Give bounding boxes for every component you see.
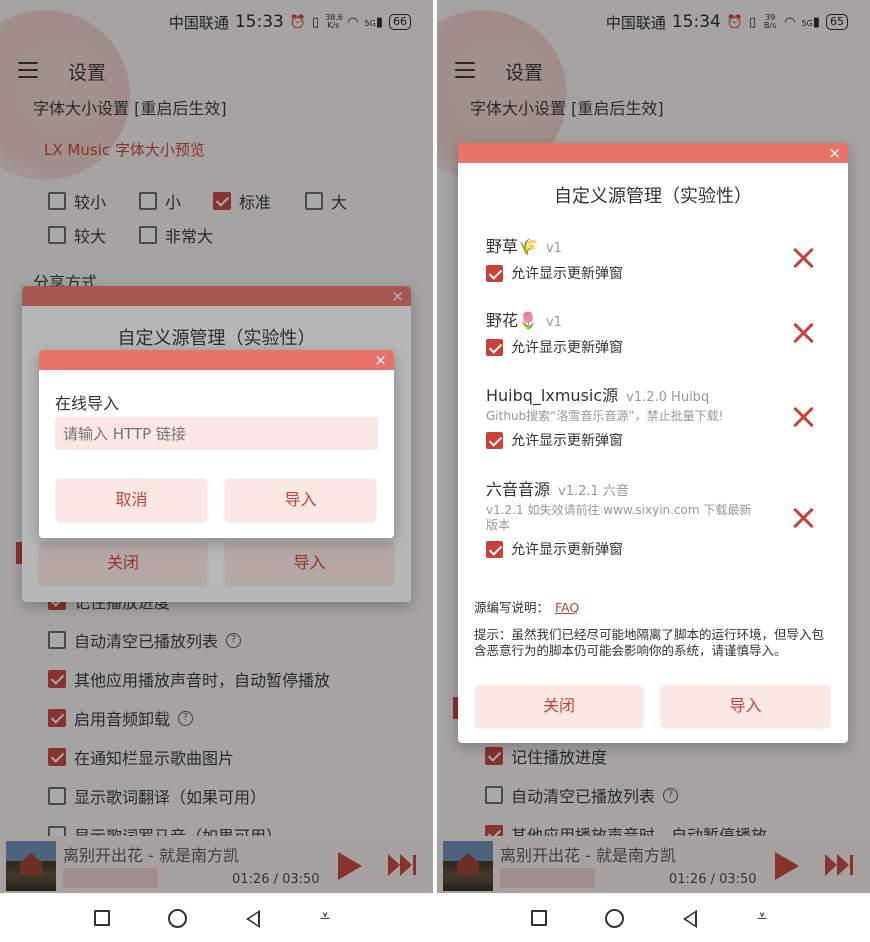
source-manager-dialog: × 自定义源管理（实验性） 野草🌾 v1 允许显示更新弹窗 野花🌷 v1 允许显示更… (458, 143, 848, 743)
source-item: Huibq_lxmusic源 v1.2.0 Huibq Github搜索“洛雪音乐… (486, 382, 756, 450)
online-import-dialog: × 在线导入 取消 导入 (39, 350, 394, 538)
back-icon[interactable] (683, 910, 697, 928)
remove-source-icon[interactable] (792, 247, 814, 269)
checkbox[interactable] (486, 264, 503, 282)
right-screen: 中国联通 15:34 ⏰ ▯ 39 B/s ◠ 5G▮ 65 设置 字体大小设置… (437, 0, 870, 942)
source-name: 六音音源 (486, 480, 551, 499)
allow-update-popup[interactable]: 允许显示更新弹窗 (486, 337, 623, 357)
source-name: 野草🌾 (486, 237, 538, 256)
safety-tip: 提示：虽然我们已经尽可能地隔离了脚本的运行环境，但导入包含恶意行为的脚本仍可能会… (474, 627, 825, 658)
allow-label: 允许显示更新弹窗 (511, 266, 623, 282)
source-item: 六音音源 v1.2.1 六音 v1.2.1 如失效请前往 www.sixyin.c… (486, 476, 756, 559)
remove-source-icon[interactable] (792, 322, 814, 344)
guide-label: 源编写说明： (474, 600, 550, 615)
allow-update-popup[interactable]: 允许显示更新弹窗 (486, 430, 756, 450)
source-version: v1 (545, 241, 562, 256)
source-description: Github搜索“洛雪音乐音源”，禁止批量下载! (486, 409, 724, 423)
import-button[interactable]: 导入 (661, 685, 830, 727)
source-description: v1.2.1 如失效请前往 www.sixyin.com 下载最新版本 (486, 503, 752, 532)
close-icon[interactable]: × (828, 143, 841, 163)
recent-apps-icon[interactable] (94, 910, 110, 926)
source-item: 野花🌷 v1 允许显示更新弹窗 (486, 307, 623, 357)
dialog-title: 在线导入 (55, 394, 120, 413)
dialog-header: × (39, 350, 394, 370)
source-name: Huibq_lxmusic源 (486, 386, 619, 405)
left-screen: 中国联通 15:33 ⏰ ▯ 38.6 K/s ◠ 5G▮ 66 设置 字体大小… (0, 0, 433, 942)
http-url-input[interactable] (55, 417, 378, 450)
cancel-button[interactable]: 取消 (56, 479, 207, 521)
remove-source-icon[interactable] (792, 507, 814, 529)
faq-link[interactable]: FAQ (555, 600, 579, 615)
dialog-title: 自定义源管理（实验性） (554, 186, 752, 207)
source-version: v1.2.1 六音 (558, 484, 629, 499)
source-item: 野草🌾 v1 允许显示更新弹窗 (486, 233, 623, 283)
import-button[interactable]: 导入 (225, 479, 376, 521)
close-icon[interactable]: × (374, 350, 387, 370)
remove-source-icon[interactable] (792, 406, 814, 428)
dialog-header: × (458, 143, 848, 163)
home-icon[interactable] (168, 909, 187, 928)
allow-label: 允许显示更新弹窗 (511, 340, 623, 356)
home-icon[interactable] (605, 909, 624, 928)
allow-label: 允许显示更新弹窗 (511, 542, 623, 558)
source-name: 野花🌷 (486, 311, 538, 330)
navigation-bar: ⩡ (0, 894, 433, 942)
checkbox[interactable] (486, 431, 503, 449)
source-version: v1.2.0 Huibq (626, 390, 710, 405)
allow-label: 允许显示更新弹窗 (511, 433, 623, 449)
back-icon[interactable] (246, 910, 260, 928)
navigation-bar: ⩡ (437, 894, 870, 942)
allow-update-popup[interactable]: 允许显示更新弹窗 (486, 263, 623, 283)
notification-pull-icon[interactable]: ⩡ (757, 906, 767, 927)
notification-pull-icon[interactable]: ⩡ (320, 906, 330, 927)
checkbox[interactable] (486, 338, 503, 356)
source-version: v1 (545, 315, 562, 330)
source-guide: 源编写说明： FAQ (474, 600, 829, 616)
allow-update-popup[interactable]: 允许显示更新弹窗 (486, 539, 756, 559)
close-button[interactable]: 关闭 (475, 685, 643, 727)
recent-apps-icon[interactable] (531, 910, 547, 926)
checkbox[interactable] (486, 540, 503, 558)
